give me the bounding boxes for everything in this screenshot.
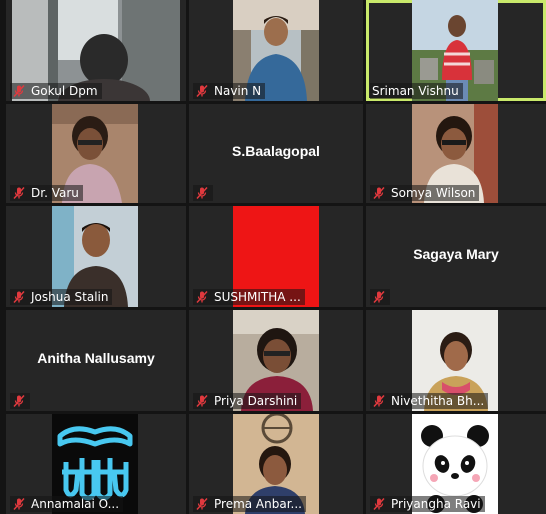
participant-tile-nivethitha[interactable]: Nivethitha Bh... [366, 310, 546, 411]
participant-name: Priyangha Ravi [391, 497, 481, 511]
participant-tile-somya-wilson[interactable]: Somya Wilson [366, 104, 546, 203]
muted-mic-icon [13, 497, 25, 511]
participant-label: Navin N [193, 83, 266, 99]
participant-tile-gokul-dpm[interactable]: Gokul Dpm [6, 0, 186, 101]
participant-tile-navin-n[interactable]: Navin N [189, 0, 363, 101]
participant-tile-sagaya-mary[interactable]: Sagaya Mary [366, 206, 546, 307]
participant-display-name: S.Baalagopal [232, 142, 320, 159]
participant-label: Gokul Dpm [10, 83, 102, 99]
participant-label: Priya Darshini [193, 393, 302, 409]
participant-name: Nivethitha Bh... [391, 394, 485, 408]
muted-mic-icon [196, 394, 208, 408]
participant-display-name: Anitha Nallusamy [37, 349, 155, 366]
participant-name: Priya Darshini [214, 394, 298, 408]
participant-label: Sriman Vishnu [370, 83, 463, 99]
participant-name: Annamalai O... [31, 497, 120, 511]
participant-label [193, 185, 213, 201]
participant-label: Dr. Varu [10, 185, 83, 201]
muted-mic-icon [196, 84, 208, 98]
participant-name: Joshua Stalin [31, 290, 109, 304]
participant-name: Dr. Varu [31, 186, 79, 200]
muted-mic-icon [196, 290, 208, 304]
participant-label: Prema Anbar... [193, 496, 306, 512]
participant-name: Prema Anbar... [214, 497, 302, 511]
participant-name: Gokul Dpm [31, 84, 98, 98]
muted-mic-icon [13, 84, 25, 98]
participant-tile-annamalai[interactable]: Annamalai O... [6, 414, 186, 514]
muted-mic-icon [196, 497, 208, 511]
participant-tile-anitha-nallusamy[interactable]: Anitha Nallusamy [6, 310, 186, 411]
participant-tile-priyangha-ravi[interactable]: Priyangha Ravi [366, 414, 546, 514]
participant-label: Nivethitha Bh... [370, 393, 489, 409]
muted-mic-icon [373, 394, 385, 408]
participant-label [10, 393, 30, 409]
participant-name: Navin N [214, 84, 262, 98]
muted-mic-icon [13, 186, 25, 200]
participant-tile-prema-anbar[interactable]: Prema Anbar... [189, 414, 363, 514]
participant-label: Annamalai O... [10, 496, 124, 512]
participant-label: Priyangha Ravi [370, 496, 485, 512]
participant-display-name: Sagaya Mary [413, 245, 499, 262]
participant-tile-sriman-vishnu[interactable]: Sriman Vishnu [366, 0, 546, 101]
muted-mic-icon [373, 290, 385, 304]
participant-label [370, 289, 390, 305]
participant-tile-s-baalagopal[interactable]: S.Baalagopal [189, 104, 363, 203]
muted-mic-icon [13, 290, 25, 304]
participant-tile-joshua-stalin[interactable]: Joshua Stalin [6, 206, 186, 307]
participant-name: SUSHMITHA ... [214, 290, 301, 304]
participant-tile-sushmitha[interactable]: SUSHMITHA ... [189, 206, 363, 307]
muted-mic-icon [373, 497, 385, 511]
participant-name: Sriman Vishnu [372, 84, 459, 98]
participant-label: Joshua Stalin [10, 289, 113, 305]
muted-mic-icon [196, 186, 208, 200]
participant-name: Somya Wilson [391, 186, 476, 200]
participant-tile-dr-varu[interactable]: Dr. Varu [6, 104, 186, 203]
participant-label: Somya Wilson [370, 185, 480, 201]
muted-mic-icon [373, 186, 385, 200]
gallery-grid: Gokul Dpm Navin N Sriman Vishnu Dr. Varu… [0, 0, 546, 514]
participant-label: SUSHMITHA ... [193, 289, 305, 305]
participant-tile-priya-darshini[interactable]: Priya Darshini [189, 310, 363, 411]
muted-mic-icon [13, 394, 25, 408]
